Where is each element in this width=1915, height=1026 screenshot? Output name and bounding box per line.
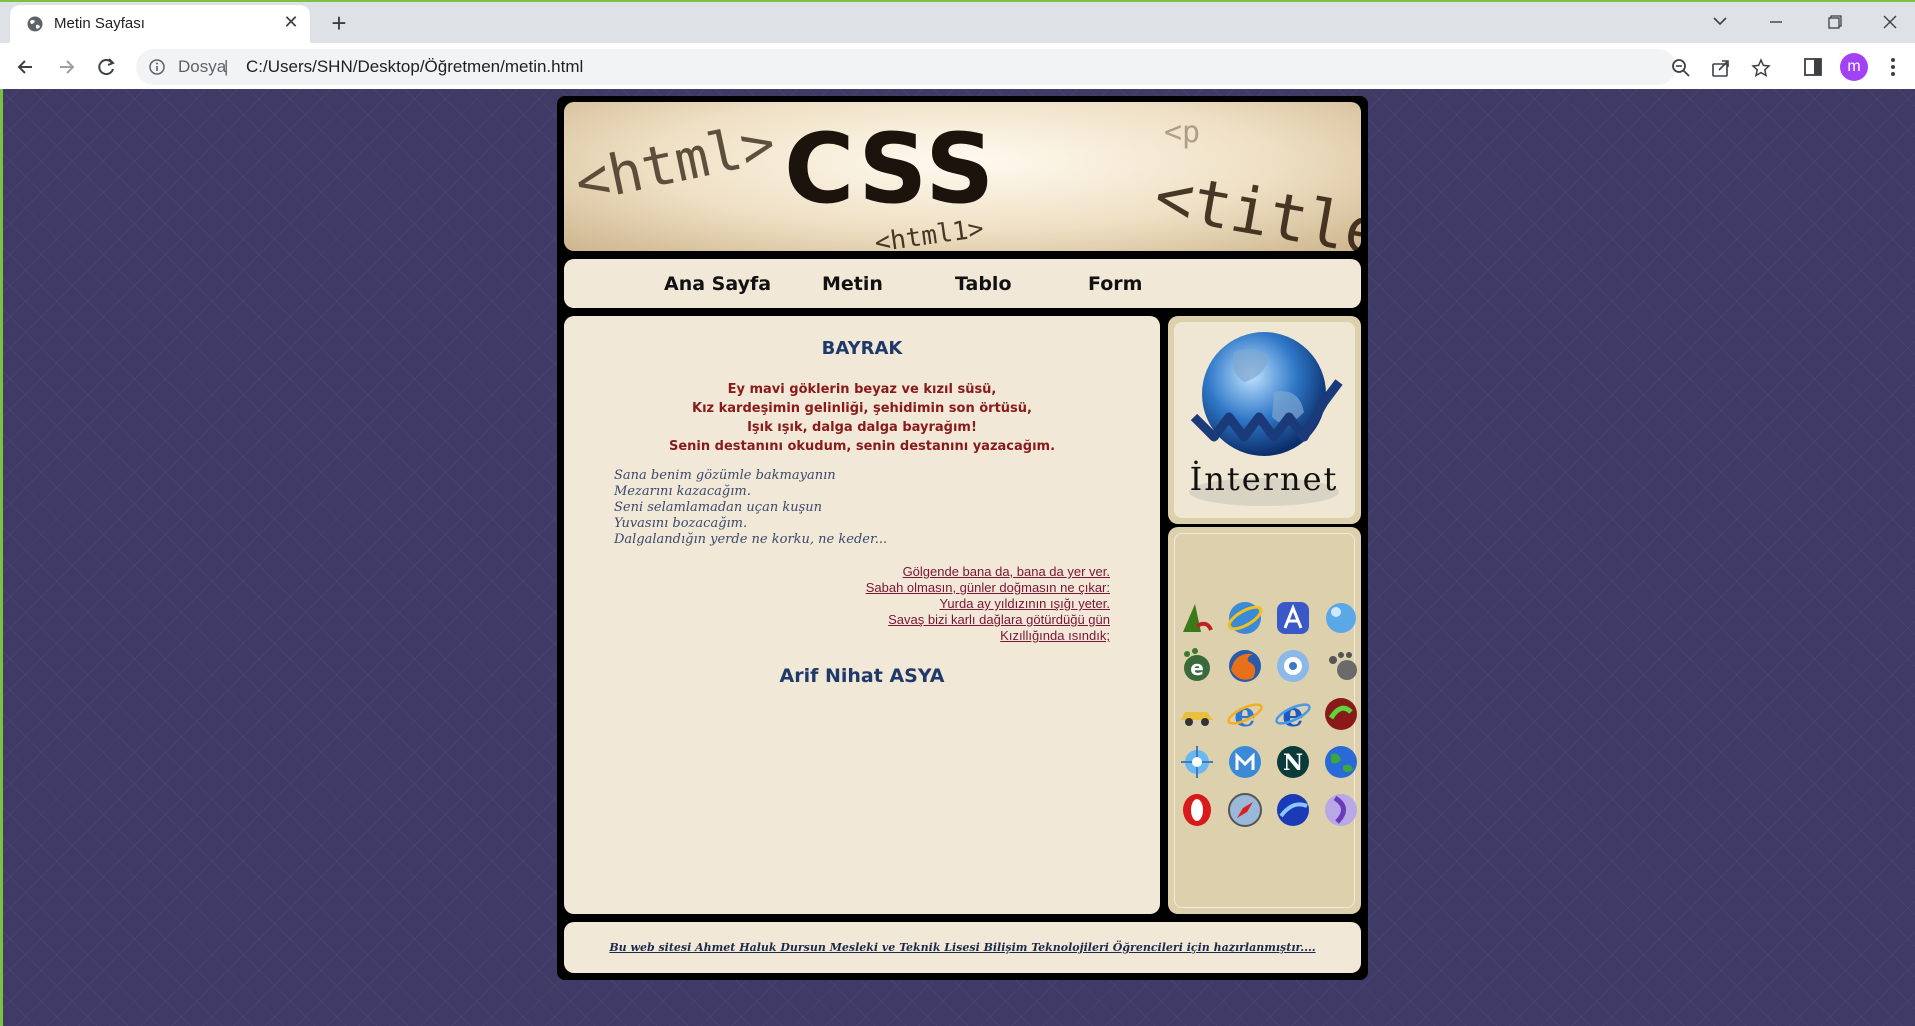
sidebar-internet: İnternet xyxy=(1168,316,1361,524)
window-close-icon[interactable] xyxy=(1870,8,1910,36)
poem-line: Yurda ay yıldızının ışığı yeter. xyxy=(939,596,1110,611)
earth-icon[interactable] xyxy=(1321,742,1361,782)
profile-avatar[interactable]: m xyxy=(1840,53,1868,81)
firefox-icon[interactable] xyxy=(1225,646,1265,686)
browser-icon-grid: e e e N xyxy=(1174,533,1357,908)
banner-tag-title: <title> xyxy=(1149,159,1361,251)
car-icon[interactable] xyxy=(1177,694,1217,734)
new-tab-button[interactable]: + xyxy=(325,10,353,38)
poem-stanza-3: Gölgende bana da, bana da yer ver. Sabah… xyxy=(866,564,1110,644)
address-bar[interactable]: Dosya | C:/Users/SHN/Desktop/Öğretmen/me… xyxy=(136,49,1771,85)
k-meleon-icon[interactable] xyxy=(1273,646,1313,686)
internet-label: İnternet xyxy=(1190,460,1339,498)
svg-text:e: e xyxy=(1234,695,1256,734)
poem-line: Ey mavi göklerin beyaz ve kızıl süsü, xyxy=(727,382,997,397)
forward-arrow-icon[interactable] xyxy=(52,53,80,81)
browser-tab[interactable]: Metin Sayfası ✕ xyxy=(10,5,310,43)
globe-blue-icon[interactable] xyxy=(1321,598,1361,638)
galeon-icon[interactable] xyxy=(1321,646,1361,686)
poem-line: Kız kardeşimin gelinliği, şehidimin son … xyxy=(692,401,1032,416)
poem-line: Kızıllığında ısındık; xyxy=(1000,628,1110,643)
internet-image: İnternet xyxy=(1174,322,1355,518)
safari-icon[interactable] xyxy=(1225,790,1265,830)
poem-title: BAYRAK xyxy=(821,338,903,359)
back-arrow-icon[interactable] xyxy=(12,53,40,81)
poem-content: BAYRAK Ey mavi göklerin beyaz ve kızıl s… xyxy=(564,316,1160,914)
poem-line: Işık ışık, dalga dalga bayrağım! xyxy=(747,420,977,435)
restore-icon[interactable] xyxy=(1814,8,1854,36)
browser-toolbar: Dosya | C:/Users/SHN/Desktop/Öğretmen/me… xyxy=(0,43,1915,91)
nav-form[interactable]: Form xyxy=(1088,273,1142,295)
info-icon[interactable] xyxy=(148,58,166,76)
page-viewport: <html> <p <title> <html1> CSS Ana Sayfa … xyxy=(0,89,1915,1026)
svg-text:e: e xyxy=(1282,695,1304,734)
poem-line: Savaş bizi karlı dağlara götürdüğü gün xyxy=(888,612,1110,627)
nav-metin[interactable]: Metin xyxy=(822,273,883,295)
purple-icon[interactable] xyxy=(1321,790,1361,830)
css-banner-image: <html> <p <title> <html1> CSS xyxy=(570,111,1361,251)
share-icon[interactable] xyxy=(1710,57,1732,79)
poem-line: Dalgalandığın yerde ne korku, ne keder..… xyxy=(614,532,888,547)
banner-tag-html: <html> xyxy=(570,111,781,217)
poem-stanza-1: Ey mavi göklerin beyaz ve kızıl süsü, Kı… xyxy=(564,380,1160,456)
poem-line: Gölgende bana da, bana da yer ver. xyxy=(902,564,1110,579)
tab-title: Metin Sayfası xyxy=(54,15,145,32)
zoom-icon[interactable] xyxy=(1670,57,1692,79)
header-banner: <html> <p <title> <html1> CSS xyxy=(564,102,1361,251)
poem-stanza-2: Sana benim gözümle bakmayanın Mezarını k… xyxy=(614,468,887,548)
poem-author: Arif Nihat ASYA xyxy=(779,665,945,687)
site-container: <html> <p <title> <html1> CSS Ana Sayfa … xyxy=(557,96,1368,980)
banner-css-text: CSS xyxy=(784,113,996,225)
ie-classic-icon[interactable] xyxy=(1225,598,1265,638)
epiphany-icon[interactable]: e xyxy=(1177,646,1217,686)
nav-ana-sayfa[interactable]: Ana Sayfa xyxy=(664,273,771,295)
internet-globe-image: İnternet xyxy=(1189,332,1343,506)
opera-icon[interactable] xyxy=(1177,790,1217,830)
green-circle-icon[interactable] xyxy=(1321,694,1361,734)
site-footer: Bu web sitesi Ahmet Haluk Dursun Mesleki… xyxy=(564,922,1361,973)
browser-chrome: Metin Sayfası ✕ + Dosya | C:/Users/SHN/D… xyxy=(0,0,1915,91)
ie-blue-icon[interactable]: e xyxy=(1273,694,1313,734)
globe-icon xyxy=(27,16,43,32)
sidebar-browser-icons: e e e N xyxy=(1168,527,1361,914)
seamonkey-icon[interactable] xyxy=(1273,790,1313,830)
banner-tag-p: <p xyxy=(1164,115,1200,150)
nav-tablo[interactable]: Tablo xyxy=(955,273,1012,295)
chevron-down-icon[interactable] xyxy=(1700,8,1740,36)
maxthon-icon[interactable] xyxy=(1225,742,1265,782)
more-menu-icon[interactable] xyxy=(1880,53,1906,81)
ie-icon[interactable]: e xyxy=(1225,694,1265,734)
main-nav: Ana Sayfa Metin Tablo Form xyxy=(564,259,1361,308)
url-text[interactable]: C:/Users/SHN/Desktop/Öğretmen/metin.html xyxy=(246,57,583,77)
svg-text:e: e xyxy=(1190,656,1204,680)
poem-line: Senin destanını okudum, senin destanını … xyxy=(668,439,1056,454)
poem-line: Yuvasını bozacağım. xyxy=(614,516,748,531)
reload-icon[interactable] xyxy=(92,53,120,81)
avant-icon[interactable] xyxy=(1273,598,1313,638)
poem-line: Sabah olmasın, günler doğmasın ne çıkar: xyxy=(865,580,1110,595)
footer-text[interactable]: Bu web sitesi Ahmet Haluk Dursun Mesleki… xyxy=(564,941,1361,954)
url-separator: | xyxy=(224,57,229,76)
scheme-label: Dosya xyxy=(178,57,227,76)
svg-text:N: N xyxy=(1283,750,1303,776)
minimize-icon[interactable] xyxy=(1756,8,1796,36)
close-icon[interactable]: ✕ xyxy=(280,11,302,33)
poem-line: Seni selamlamadan uçan kuşun xyxy=(614,500,822,515)
netscape-icon[interactable]: N xyxy=(1273,742,1313,782)
kmeleon-icon[interactable] xyxy=(1177,742,1217,782)
star-icon[interactable] xyxy=(1750,57,1772,79)
side-panel-icon[interactable] xyxy=(1800,54,1826,80)
poem-line: Sana benim gözümle bakmayanın xyxy=(614,468,836,483)
poem-line: Mezarını kazacağım. xyxy=(614,484,751,499)
aol-icon[interactable] xyxy=(1177,598,1217,638)
